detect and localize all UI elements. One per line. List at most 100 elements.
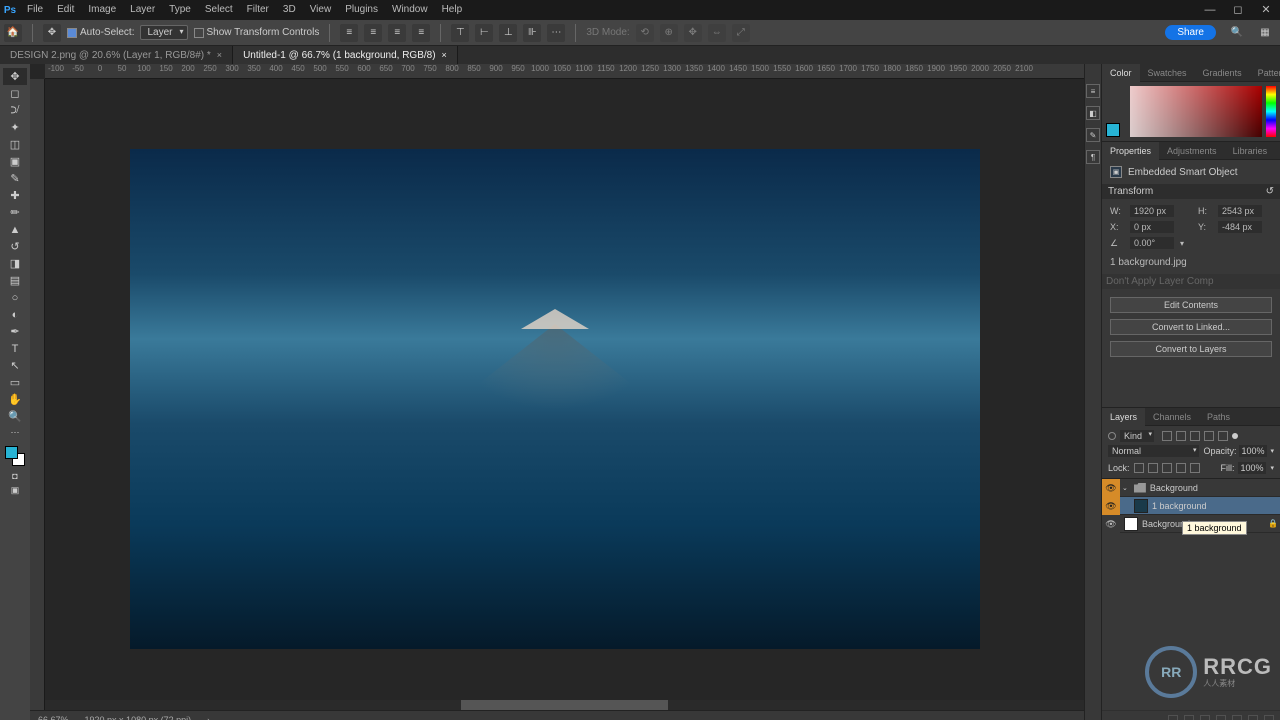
align-vmid-icon[interactable]: ⊢ xyxy=(475,24,493,42)
expand-arrow-icon[interactable]: ⌄ xyxy=(1120,484,1130,492)
height-input[interactable]: 2543 px xyxy=(1218,205,1262,217)
more-align-icon[interactable]: ⋯ xyxy=(547,24,565,42)
group-icon[interactable] xyxy=(1232,715,1242,720)
move-tool-icon[interactable]: ✥ xyxy=(43,24,61,42)
tab-libraries[interactable]: Libraries xyxy=(1225,142,1276,160)
tab-paths[interactable]: Paths xyxy=(1199,408,1238,426)
wand-tool[interactable]: ✦ xyxy=(3,119,27,136)
auto-select-checkbox[interactable]: Auto-Select: xyxy=(67,27,134,38)
filter-kind-dropdown[interactable]: Kind xyxy=(1120,430,1154,442)
shape-tool[interactable]: ▭ xyxy=(3,374,27,391)
transform-section[interactable]: Transform xyxy=(1108,186,1153,197)
tab-patterns[interactable]: Patterns xyxy=(1250,64,1280,82)
lock-artboard-icon[interactable] xyxy=(1162,463,1172,473)
menu-type[interactable]: Type xyxy=(162,0,198,20)
quickmask-tool[interactable]: ◘ xyxy=(3,468,27,483)
tab-swatches[interactable]: Swatches xyxy=(1140,64,1195,82)
edit-contents-button[interactable]: Edit Contents xyxy=(1110,297,1272,313)
layer-thumbnail[interactable] xyxy=(1124,517,1138,531)
menu-edit[interactable]: Edit xyxy=(50,0,81,20)
filter-icons[interactable] xyxy=(1162,431,1228,441)
heal-tool[interactable]: ✚ xyxy=(3,187,27,204)
dock-icon[interactable]: ✎ xyxy=(1086,128,1100,142)
fx-icon[interactable] xyxy=(1184,715,1194,720)
dock-icon[interactable]: ≡ xyxy=(1086,84,1100,98)
tab-properties[interactable]: Properties xyxy=(1102,142,1159,160)
lock-nested-icon[interactable] xyxy=(1190,463,1200,473)
align-right-icon[interactable]: ≡ xyxy=(388,24,406,42)
menu-plugins[interactable]: Plugins xyxy=(338,0,385,20)
align-bottom-icon[interactable]: ⊥ xyxy=(499,24,517,42)
home-icon[interactable]: 🏠 xyxy=(4,24,22,42)
blend-mode-dropdown[interactable]: Normal xyxy=(1108,445,1199,457)
main-menu[interactable]: File Edit Image Layer Type Select Filter… xyxy=(20,0,469,20)
close-icon[interactable]: × xyxy=(442,50,447,60)
document-image[interactable] xyxy=(130,149,980,649)
search-icon[interactable] xyxy=(1108,432,1116,440)
menu-image[interactable]: Image xyxy=(81,0,123,20)
menu-filter[interactable]: Filter xyxy=(240,0,276,20)
close-button[interactable]: ✕ xyxy=(1252,0,1280,20)
convert-linked-button[interactable]: Convert to Linked... xyxy=(1110,319,1272,335)
menu-file[interactable]: File xyxy=(20,0,50,20)
opacity-input[interactable]: 100% xyxy=(1239,445,1267,457)
ruler-vertical[interactable] xyxy=(30,79,45,710)
lock-position-icon[interactable] xyxy=(1148,463,1158,473)
minimize-button[interactable]: — xyxy=(1196,0,1224,20)
tab-layers[interactable]: Layers xyxy=(1102,408,1145,426)
brush-tool[interactable]: ✏ xyxy=(3,204,27,221)
dock-icon[interactable]: ◧ xyxy=(1086,106,1100,120)
zoom-tool[interactable]: 🔍 xyxy=(3,408,27,425)
distribute-v-icon[interactable]: ⊪ xyxy=(523,24,541,42)
search-icon[interactable]: 🔍 xyxy=(1228,24,1246,42)
maximize-button[interactable]: ◻ xyxy=(1224,0,1252,20)
reset-icon[interactable]: ↺ xyxy=(1266,186,1274,197)
width-input[interactable]: 1920 px xyxy=(1130,205,1174,217)
dock-icon[interactable]: ¶ xyxy=(1086,150,1100,164)
delete-icon[interactable] xyxy=(1264,715,1274,720)
stamp-tool[interactable]: ▲ xyxy=(3,221,27,238)
frame-tool[interactable]: ▣ xyxy=(3,153,27,170)
document-tab-0[interactable]: DESIGN 2.png @ 20.6% (Layer 1, RGB/8#) *… xyxy=(0,46,233,65)
status-arrow-icon[interactable]: › xyxy=(207,715,210,720)
menu-window[interactable]: Window xyxy=(385,0,435,20)
layer-thumbnail[interactable] xyxy=(1134,499,1148,513)
eraser-tool[interactable]: ◨ xyxy=(3,255,27,272)
menu-select[interactable]: Select xyxy=(198,0,240,20)
angle-input[interactable]: 0.00° xyxy=(1130,237,1174,249)
menu-help[interactable]: Help xyxy=(435,0,470,20)
adjustment-icon[interactable] xyxy=(1216,715,1226,720)
dodge-tool[interactable]: ◐ xyxy=(3,306,27,323)
document-info[interactable]: 1920 px x 1080 px (72 ppi) xyxy=(85,715,192,720)
tab-adjustments[interactable]: Adjustments xyxy=(1159,142,1225,160)
new-layer-icon[interactable] xyxy=(1248,715,1258,720)
color-field[interactable] xyxy=(1130,86,1262,137)
eyedropper-tool[interactable]: ✎ xyxy=(3,170,27,187)
hue-slider[interactable] xyxy=(1266,86,1276,137)
share-button[interactable]: Share xyxy=(1165,25,1216,40)
align-center-icon[interactable]: ≡ xyxy=(364,24,382,42)
tab-gradients[interactable]: Gradients xyxy=(1195,64,1250,82)
angle-dropdown-icon[interactable]: ▾ xyxy=(1180,239,1184,248)
y-input[interactable]: -484 px xyxy=(1218,221,1262,233)
fill-input[interactable]: 100% xyxy=(1238,462,1266,474)
scrollbar-horizontal[interactable] xyxy=(45,700,1084,710)
move-tool[interactable]: ✥ xyxy=(3,68,27,85)
x-input[interactable]: 0 px xyxy=(1130,221,1174,233)
canvas-stage[interactable] xyxy=(45,79,1084,710)
auto-select-target-dropdown[interactable]: Layer xyxy=(140,25,187,40)
tab-color[interactable]: Color xyxy=(1102,64,1140,82)
close-icon[interactable]: × xyxy=(217,50,222,60)
workspace-icon[interactable]: ▦ xyxy=(1256,24,1274,42)
path-tool[interactable]: ↖ xyxy=(3,357,27,374)
menu-layer[interactable]: Layer xyxy=(123,0,162,20)
edit-toolbar[interactable]: ⋯ xyxy=(3,425,27,440)
history-brush-tool[interactable]: ↺ xyxy=(3,238,27,255)
layer-smart-object[interactable]: 👁 1 background xyxy=(1102,497,1280,515)
foreground-swatch[interactable] xyxy=(1106,123,1120,137)
convert-layers-button[interactable]: Convert to Layers xyxy=(1110,341,1272,357)
layer-name[interactable]: 1 background xyxy=(1152,501,1280,511)
layer-group[interactable]: 👁 ⌄ Background xyxy=(1102,479,1280,497)
distribute-icon[interactable]: ≡ xyxy=(412,24,430,42)
color-swatches[interactable] xyxy=(3,444,27,468)
